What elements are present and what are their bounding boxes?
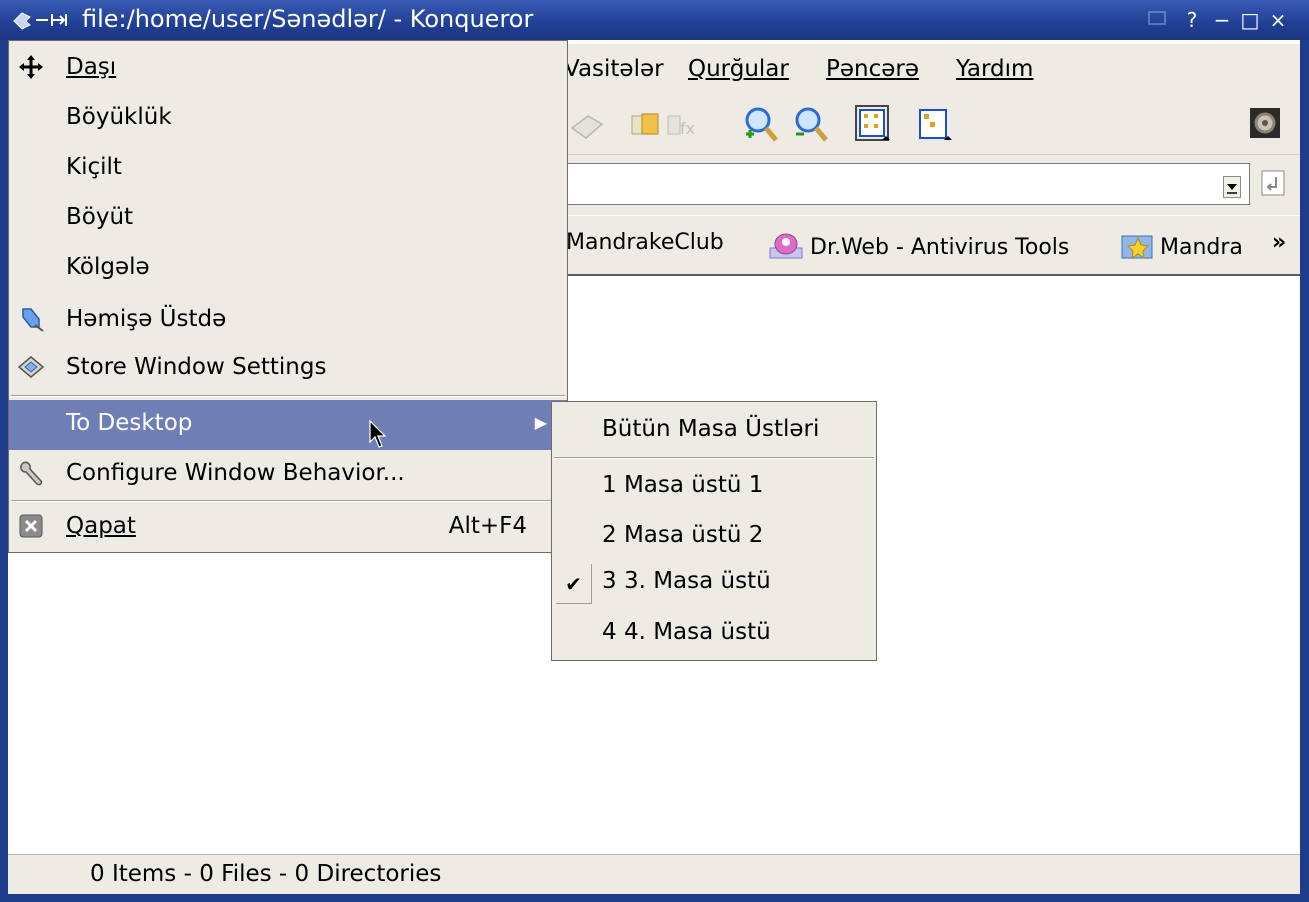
tree-view-icon[interactable] xyxy=(916,104,954,144)
menu-item-minimize-label: Kiçilt xyxy=(66,154,122,180)
wrench-icon xyxy=(17,459,45,487)
sticky-icon[interactable] xyxy=(1145,8,1171,32)
submenu-item-desktop-4-label: 4 4. Masa üstü xyxy=(602,619,771,645)
menu-item-move[interactable]: Daşı xyxy=(9,44,567,94)
menu-item-configure-behavior-label: Configure Window Behavior... xyxy=(66,460,405,486)
menu-item-close-shortcut: Alt+F4 xyxy=(448,513,527,539)
location-dropdown-button[interactable] xyxy=(1223,176,1241,198)
svg-text:fx: fx xyxy=(680,119,695,138)
window-border-left[interactable] xyxy=(0,0,8,902)
go-icon[interactable] xyxy=(1258,167,1290,199)
menu-item-keep-above-label: Həmişə Üstdə xyxy=(66,306,227,332)
bookmark-drweb-label: Dr.Web - Antivirus Tools xyxy=(810,235,1070,260)
bookmark-mandrakeclub[interactable]: MandrakeClub xyxy=(566,230,724,255)
status-bar: 0 Items - 0 Files - 0 Directories xyxy=(8,854,1300,894)
menu-item-store-settings[interactable]: Store Window Settings xyxy=(9,344,567,394)
menu-item-resize[interactable]: Böyüklük xyxy=(9,94,567,144)
help-button[interactable]: ? xyxy=(1179,8,1205,32)
submenu-item-desktop-2[interactable]: 2 Masa üstü 2 xyxy=(552,512,876,562)
bookmarks-more-button[interactable]: » xyxy=(1272,230,1286,255)
menu-item-shade[interactable]: Kölgələ xyxy=(9,244,567,294)
status-text: 0 Items - 0 Files - 0 Directories xyxy=(90,861,442,887)
menu-item-close[interactable]: Qapat Alt+F4 xyxy=(9,503,567,553)
title-buttons: ? − □ × xyxy=(1145,6,1295,34)
menu-item-store-settings-label: Store Window Settings xyxy=(66,354,327,380)
menu-item-maximize[interactable]: Böyüt xyxy=(9,194,567,244)
submenu-item-desktop-3-label: 3 3. Masa üstü xyxy=(602,568,771,594)
move-icon xyxy=(17,53,45,81)
maximize-button[interactable]: □ xyxy=(1237,8,1263,32)
menu-separator xyxy=(554,457,874,459)
menu-separator xyxy=(11,395,565,397)
menu-window[interactable]: Pəncərə xyxy=(826,56,919,82)
copy-icon[interactable] xyxy=(626,104,664,144)
mandrake-folder-icon xyxy=(1120,230,1154,266)
zoom-out-icon[interactable] xyxy=(792,104,830,144)
store-settings-icon xyxy=(17,353,45,381)
to-desktop-submenu: Bütün Masa Üstləri 1 Masa üstü 1 2 Masa … xyxy=(551,401,877,661)
window-border-right[interactable] xyxy=(1300,0,1309,902)
submenu-item-desktop-2-label: 2 Masa üstü 2 xyxy=(602,522,764,548)
print-icon[interactable] xyxy=(568,104,606,144)
menu-item-to-desktop-label: To Desktop xyxy=(66,410,193,436)
icon-view-icon[interactable] xyxy=(854,104,892,144)
submenu-item-desktop-3[interactable]: ✔ 3 3. Masa üstü xyxy=(552,558,876,608)
menu-settings[interactable]: Qurğular xyxy=(688,56,789,82)
menu-separator xyxy=(11,500,565,502)
menu-help[interactable]: Yardım xyxy=(956,56,1033,82)
menu-item-close-label: Qapat xyxy=(66,513,136,539)
close-window-icon xyxy=(17,512,45,540)
bookmark-mandra-label: Mandra xyxy=(1160,235,1243,260)
menu-item-maximize-label: Böyüt xyxy=(66,204,134,230)
submenu-item-desktop-4[interactable]: 4 4. Masa üstü xyxy=(552,609,876,659)
menu-item-resize-label: Böyüklük xyxy=(66,104,172,130)
window-menu-icon[interactable] xyxy=(12,9,78,31)
checkmark-icon: ✔ xyxy=(556,564,592,604)
window-title: file:/home/user/Sənədlər/ - Konqueror xyxy=(82,5,534,33)
submenu-item-desktop-1-label: 1 Masa üstü 1 xyxy=(602,472,764,498)
paste-icon[interactable]: fx xyxy=(664,104,702,144)
submenu-item-all-desktops-label: Bütün Masa Üstləri xyxy=(602,416,820,442)
pin-icon xyxy=(17,305,45,333)
submenu-item-all-desktops[interactable]: Bütün Masa Üstləri xyxy=(552,406,876,456)
menu-item-minimize[interactable]: Kiçilt xyxy=(9,144,567,194)
mouse-cursor-icon xyxy=(369,419,389,450)
title-bar[interactable]: file:/home/user/Sənədlər/ - Konqueror ? … xyxy=(0,0,1309,40)
menu-item-shade-label: Kölgələ xyxy=(66,254,150,280)
menu-item-move-label: Daşı xyxy=(66,54,117,80)
submenu-item-desktop-1[interactable]: 1 Masa üstü 1 xyxy=(552,462,876,512)
location-input[interactable] xyxy=(562,163,1250,205)
menu-item-to-desktop[interactable]: To Desktop ▶ xyxy=(9,400,567,450)
window-border-bottom[interactable] xyxy=(0,893,1309,902)
minimize-button[interactable]: − xyxy=(1209,8,1235,32)
drweb-icon xyxy=(768,230,804,266)
throbber-icon[interactable] xyxy=(1246,104,1284,144)
zoom-in-icon[interactable] xyxy=(742,104,780,144)
menu-tools[interactable]: Vasitələr xyxy=(564,56,664,82)
bookmark-drweb[interactable]: Dr.Web - Antivirus Tools xyxy=(768,230,1069,266)
close-button[interactable]: × xyxy=(1265,8,1291,32)
menu-item-configure-behavior[interactable]: Configure Window Behavior... xyxy=(9,450,567,500)
window-operations-menu: Daşı Böyüklük Kiçilt Böyüt Kölgələ Həmiş… xyxy=(8,40,568,553)
bookmark-mandra[interactable]: Mandra xyxy=(1120,230,1243,266)
menu-item-keep-above[interactable]: Həmişə Üstdə xyxy=(9,296,567,346)
submenu-arrow-icon: ▶ xyxy=(534,413,547,432)
